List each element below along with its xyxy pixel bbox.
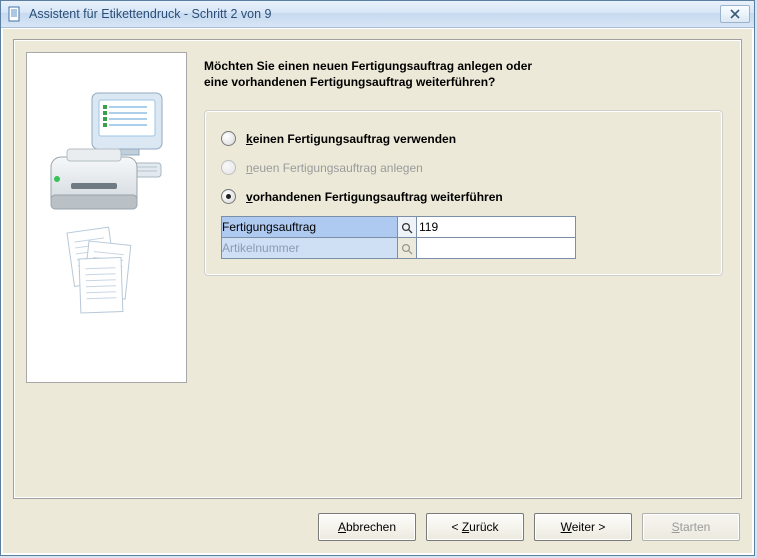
radio-icon bbox=[221, 131, 236, 146]
radio-icon bbox=[221, 189, 236, 204]
client-area: Möchten Sie einen neuen Fertigungsauftra… bbox=[2, 28, 753, 554]
lookup-row-order: Fertigungsauftrag bbox=[222, 217, 576, 238]
cancel-button[interactable]: Abbrechen bbox=[318, 513, 416, 541]
lookup-search-order[interactable] bbox=[398, 217, 417, 238]
wizard-window: Assistent für Etikettendruck - Schritt 2… bbox=[0, 0, 755, 556]
window-title: Assistent für Etikettendruck - Schritt 2… bbox=[29, 7, 720, 21]
radio-label-none: keinen Fertigungsauftrag verwenden bbox=[246, 132, 456, 146]
app-icon bbox=[7, 6, 23, 22]
prompt-text: Möchten Sie einen neuen Fertigungsauftra… bbox=[204, 58, 723, 90]
titlebar: Assistent für Etikettendruck - Schritt 2… bbox=[1, 1, 754, 28]
lookup-table: Fertigungsauftrag Artikelnummer bbox=[221, 216, 576, 259]
radio-label-new: neuen Fertigungsauftrag anlegen bbox=[246, 161, 423, 175]
window-controls bbox=[720, 5, 750, 23]
printer-illustration-icon bbox=[37, 83, 177, 333]
prompt-line1: Möchten Sie einen neuen Fertigungsauftra… bbox=[204, 59, 532, 73]
radio-option-new: neuen Fertigungsauftrag anlegen bbox=[221, 160, 706, 175]
radio-icon bbox=[221, 160, 236, 175]
start-button: Starten bbox=[642, 513, 740, 541]
article-number-input bbox=[417, 240, 579, 256]
lookup-value-order-cell bbox=[417, 217, 576, 238]
prompt-line2: eine vorhandenen Fertigungsauftrag weite… bbox=[204, 75, 495, 89]
option-group: keinen Fertigungsauftrag verwenden neuen… bbox=[204, 110, 723, 276]
wizard-content: Möchten Sie einen neuen Fertigungsauftra… bbox=[204, 58, 723, 276]
lookup-label-article: Artikelnummer bbox=[222, 238, 398, 259]
lookup-row-article: Artikelnummer bbox=[222, 238, 576, 259]
lookup-label-order: Fertigungsauftrag bbox=[222, 217, 398, 238]
wizard-page: Möchten Sie einen neuen Fertigungsauftra… bbox=[13, 39, 742, 499]
radio-option-existing[interactable]: vorhandenen Fertigungsauftrag weiterführ… bbox=[221, 189, 706, 204]
search-icon bbox=[401, 243, 413, 255]
wizard-button-bar: Abbrechen < Zurück Weiter > Starten bbox=[318, 513, 740, 541]
lookup-search-article bbox=[398, 238, 417, 259]
lookup-value-article-cell bbox=[417, 238, 576, 259]
wizard-illustration bbox=[26, 52, 187, 383]
next-button[interactable]: Weiter > bbox=[534, 513, 632, 541]
back-button[interactable]: < Zurück bbox=[426, 513, 524, 541]
close-button[interactable] bbox=[720, 5, 750, 23]
search-icon bbox=[401, 222, 413, 234]
radio-label-existing: vorhandenen Fertigungsauftrag weiterführ… bbox=[246, 190, 503, 204]
radio-option-none[interactable]: keinen Fertigungsauftrag verwenden bbox=[221, 131, 706, 146]
order-number-input[interactable] bbox=[417, 219, 579, 235]
